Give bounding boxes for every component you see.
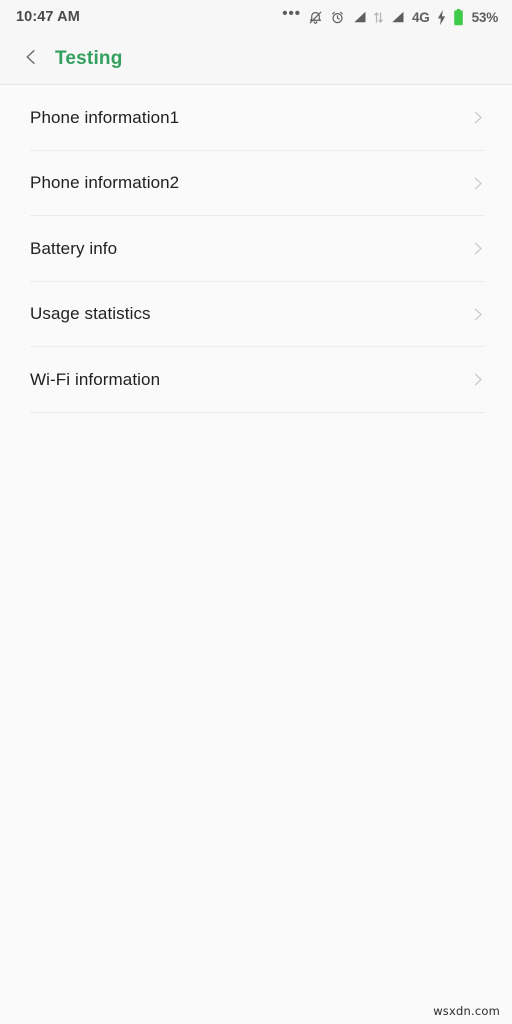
signal-bars-sim2-icon (390, 10, 405, 24)
status-bar-clock: 10:47 AM (16, 9, 80, 25)
chevron-right-icon (469, 175, 486, 192)
charging-bolt-icon (437, 9, 446, 25)
list-item-label: Phone information2 (30, 173, 180, 193)
app-bar: Testing (0, 34, 512, 85)
data-transfer-icon (374, 11, 383, 24)
list-item-usage-statistics[interactable]: Usage statistics (0, 281, 512, 347)
settings-list: Phone information1 Phone information2 Ba… (0, 85, 512, 413)
chevron-right-icon (469, 371, 486, 388)
page-title: Testing (55, 48, 123, 69)
chevron-right-icon (469, 109, 486, 126)
list-item-label: Battery info (30, 238, 118, 258)
back-button[interactable] (14, 42, 48, 76)
battery-icon (453, 8, 464, 26)
list-item-label: Wi-Fi information (30, 369, 161, 389)
list-item-wifi-information[interactable]: Wi-Fi information (0, 347, 512, 413)
chevron-right-icon (469, 240, 486, 257)
chevron-right-icon (469, 306, 486, 323)
more-options-icon: ••• (282, 5, 301, 22)
list-item-label: Phone information1 (30, 107, 180, 127)
network-type-label: 4G (411, 9, 430, 25)
signal-bars-sim1-icon (352, 10, 367, 24)
chevron-left-icon (21, 47, 41, 72)
status-bar: 10:47 AM ••• 4G 53% (0, 0, 512, 34)
list-item-phone-information2[interactable]: Phone information2 (0, 150, 512, 216)
list-item-phone-information1[interactable]: Phone information1 (0, 85, 512, 151)
watermark: wsxdn.com (433, 1004, 500, 1018)
status-bar-icon-tray: ••• 4G 53% (282, 5, 499, 26)
bell-muted-icon (308, 10, 323, 25)
battery-percentage-label: 53% (471, 9, 499, 25)
list-item-battery-info[interactable]: Battery info (0, 216, 512, 282)
alarm-clock-icon (330, 10, 345, 25)
list-item-label: Usage statistics (30, 304, 151, 324)
